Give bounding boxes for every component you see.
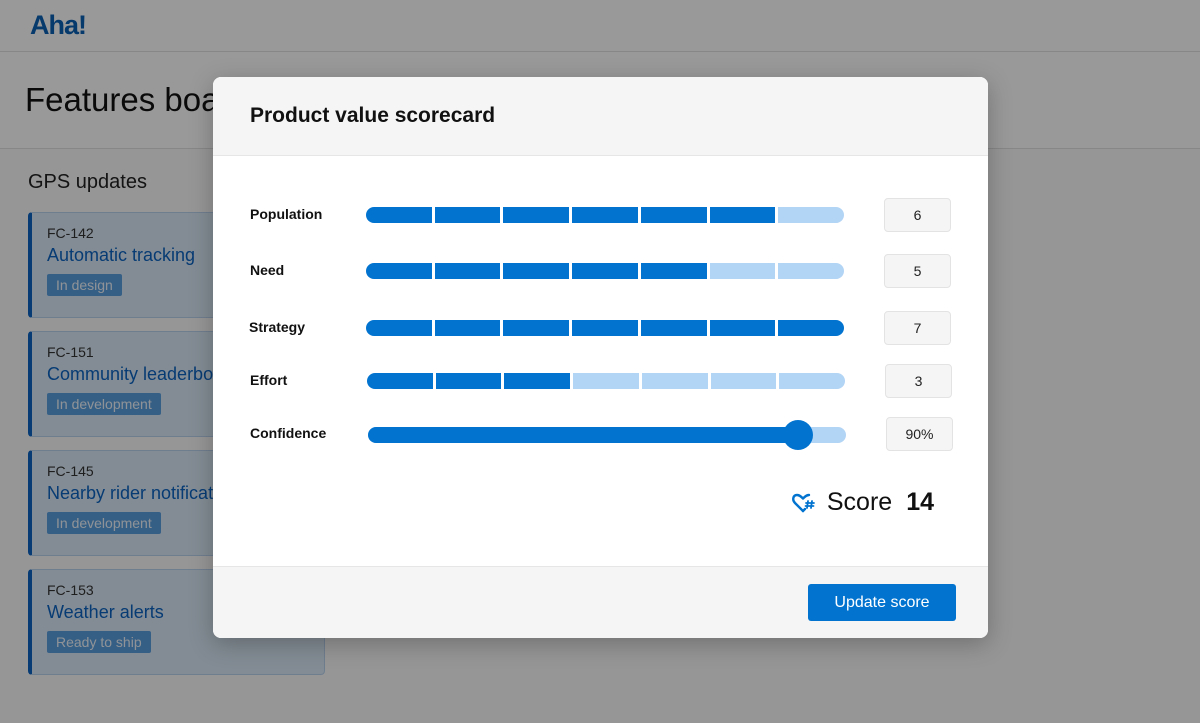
modal-footer: Update score (213, 566, 988, 638)
confidence-value[interactable]: 90% (886, 417, 953, 451)
metric-segment[interactable] (572, 207, 638, 223)
metric-segment-bar[interactable] (367, 373, 846, 389)
metric-row-confidence: Confidence 90% (213, 417, 988, 451)
metric-value[interactable]: 3 (885, 364, 952, 398)
metric-label: Population (250, 206, 323, 222)
metric-segment[interactable] (709, 320, 776, 336)
confidence-slider-fill (368, 427, 799, 443)
metric-segment[interactable] (434, 263, 501, 279)
score-value: 14 (906, 488, 934, 516)
metric-label: Effort (250, 372, 288, 388)
metric-row-population: Population 6 (213, 198, 988, 232)
metric-segment-bar[interactable] (366, 263, 845, 279)
metric-segment[interactable] (366, 263, 432, 279)
metric-label: Strategy (249, 319, 306, 335)
metric-segment-bar[interactable] (366, 207, 845, 223)
metric-segment[interactable] (503, 263, 570, 279)
metric-row-effort: Effort 3 (213, 364, 988, 398)
metric-segment[interactable] (640, 263, 707, 279)
metric-label: Confidence (250, 425, 327, 441)
metric-segment[interactable] (641, 373, 708, 389)
metric-segment[interactable] (778, 263, 845, 279)
metric-segment[interactable] (503, 207, 570, 223)
metric-segment[interactable] (435, 373, 502, 389)
metric-segment[interactable] (778, 320, 845, 336)
metric-segment[interactable] (709, 263, 776, 279)
modal-header: Product value scorecard (213, 77, 988, 156)
metric-segment[interactable] (504, 373, 571, 389)
scorecard-modal: Product value scorecard Population 6 Nee… (213, 77, 988, 638)
metric-value[interactable]: 7 (884, 311, 951, 345)
metric-segment[interactable] (710, 373, 777, 389)
confidence-slider-thumb[interactable] (783, 420, 814, 450)
heart-hash-icon (791, 493, 815, 512)
metric-segment[interactable] (572, 263, 638, 279)
update-score-button[interactable]: Update score (808, 584, 956, 621)
metric-label: Need (250, 262, 285, 278)
metric-value[interactable]: 5 (884, 254, 951, 288)
modal-title: Product value scorecard (250, 104, 496, 127)
score-display: Score 14 (791, 488, 934, 517)
metric-segment[interactable] (640, 207, 707, 223)
metric-value[interactable]: 6 (884, 198, 951, 232)
metric-segment[interactable] (778, 207, 845, 223)
metric-segment[interactable] (434, 320, 501, 336)
metric-row-strategy: Strategy 7 (213, 311, 988, 345)
metric-segment[interactable] (434, 207, 501, 223)
modal-body: Population 6 Need 5 Strategy 7 Effort 3 … (213, 156, 988, 567)
confidence-slider[interactable] (368, 420, 846, 450)
metric-row-need: Need 5 (213, 254, 988, 288)
metric-segment[interactable] (709, 207, 776, 223)
metric-segment[interactable] (366, 320, 432, 336)
score-label: Score (826, 488, 893, 516)
metric-segment[interactable] (572, 320, 638, 336)
metric-segment[interactable] (503, 320, 570, 336)
metric-segment[interactable] (640, 320, 707, 336)
metric-segment[interactable] (367, 373, 433, 389)
metric-segment[interactable] (779, 373, 846, 389)
metric-segment[interactable] (366, 207, 432, 223)
metric-segment[interactable] (573, 373, 639, 389)
metric-segment-bar[interactable] (366, 320, 845, 336)
